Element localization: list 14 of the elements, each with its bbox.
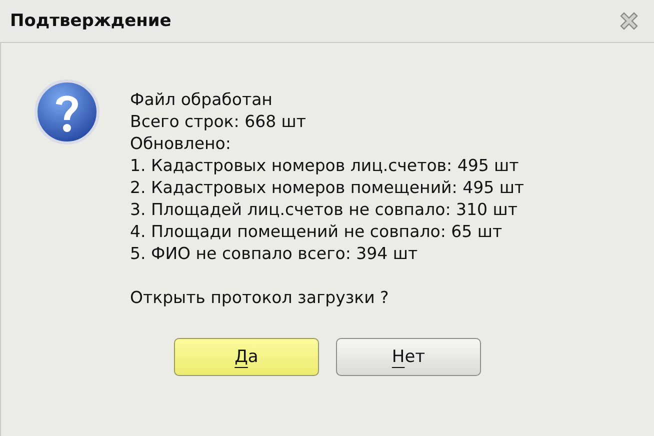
message-line: 1. Кадастровых номеров лиц.счетов: 495 шт [130,155,520,177]
yes-button[interactable]: Да [174,338,319,376]
message-line: 2. Кадастровых номеров помещений: 495 шт [130,177,524,199]
message-line: Файл обработан [130,89,274,111]
close-icon[interactable] [618,10,640,32]
message-line: Всего строк: 668 шт [130,111,308,133]
question-icon [34,79,100,145]
message-line: Обновлено: [130,133,232,155]
question-text: Открыть протокол загрузки ? [130,287,390,309]
message-line: 4. Площади помещений не совпало: 65 шт [130,221,504,243]
window-title: Подтверждение [10,11,172,31]
message-line: 5. ФИО не совпало всего: 394 шт [130,243,419,265]
message-line: 3. Площадей лиц.счетов не совпало: 310 шт [130,199,518,221]
no-button[interactable]: Нет [336,338,481,376]
